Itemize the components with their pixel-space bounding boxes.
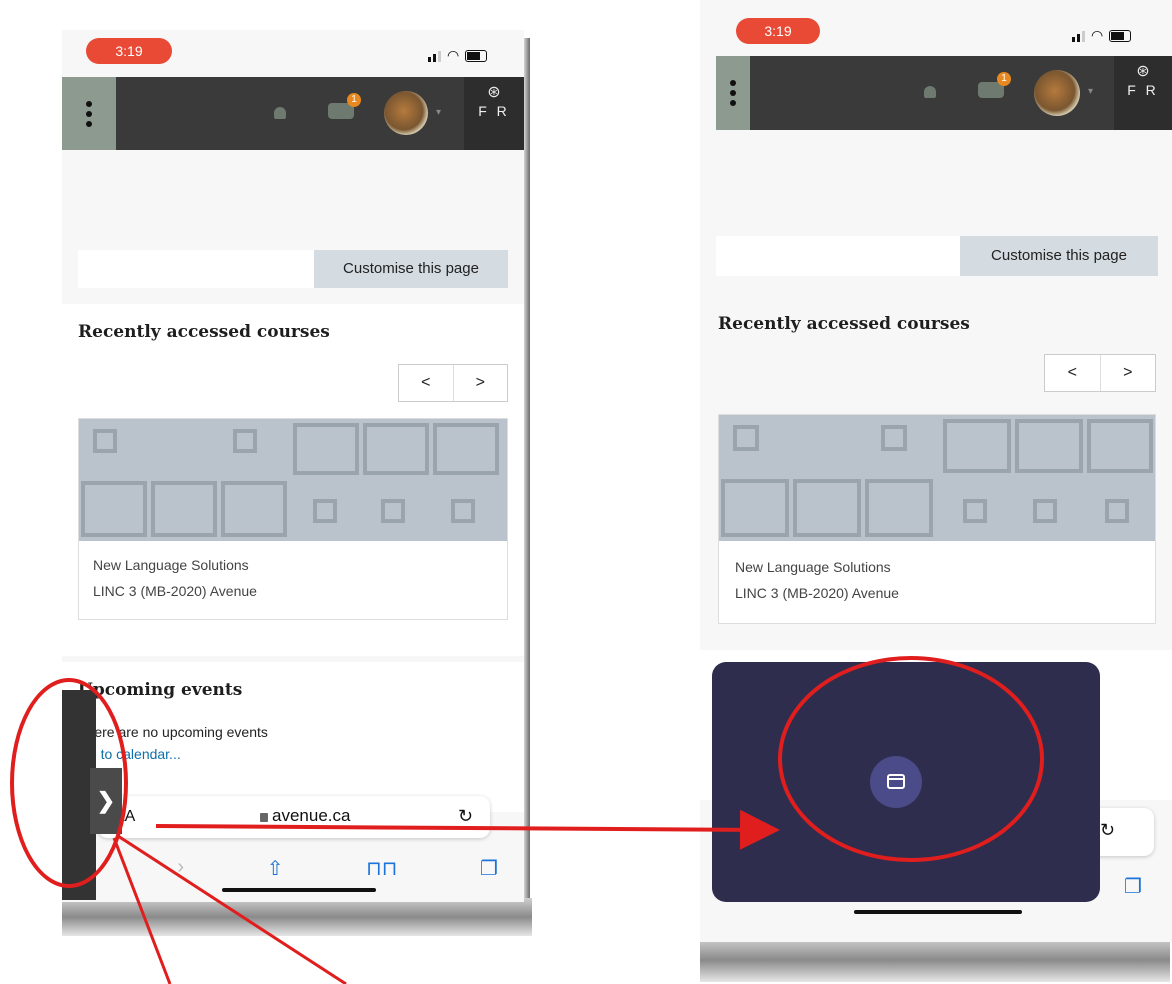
- lock-icon: [260, 813, 268, 822]
- prev-button[interactable]: <: [1045, 355, 1100, 391]
- top-navbar: 1 ▾ ⊛ F R: [62, 77, 524, 150]
- next-button[interactable]: >: [452, 365, 508, 401]
- highlight-circle-calendar: [778, 656, 1044, 862]
- user-avatar[interactable]: [384, 91, 428, 135]
- wifi-icon: ◠: [447, 47, 460, 63]
- recent-courses-title: Recently accessed courses: [718, 314, 970, 334]
- course-name[interactable]: LINC 3 (MB-2020) Avenue: [735, 585, 899, 601]
- highlight-circle-drawer: [10, 678, 128, 888]
- course-pager: < >: [398, 364, 508, 402]
- bookmarks-icon[interactable]: ⊓⊓: [366, 856, 397, 881]
- status-icons: ◠: [1072, 27, 1132, 43]
- signal-icon: [1072, 31, 1085, 42]
- course-name[interactable]: LINC 3 (MB-2020) Avenue: [93, 583, 257, 599]
- menu-kebab-icon[interactable]: [716, 56, 750, 130]
- language-code: F R: [478, 103, 510, 119]
- course-image: [719, 415, 1155, 541]
- forward-icon[interactable]: ›: [177, 856, 184, 881]
- right-phone-shadow-bottom: [700, 938, 1170, 982]
- share-icon[interactable]: ⇧: [267, 856, 284, 881]
- chevron-down-icon[interactable]: ▾: [436, 107, 441, 118]
- course-card[interactable]: New Language Solutions LINC 3 (MB-2020) …: [78, 418, 508, 620]
- language-selector[interactable]: ⊛ F R: [464, 77, 524, 150]
- battery-icon: [465, 50, 488, 62]
- home-indicator: [222, 888, 376, 892]
- bell-icon[interactable]: [924, 86, 936, 98]
- menu-kebab-icon[interactable]: [62, 77, 116, 150]
- left-phone-shadow-right: [524, 38, 530, 902]
- globe-icon: ⊛: [487, 84, 501, 101]
- customise-button[interactable]: Customise this page: [960, 236, 1158, 276]
- recent-courses-title: Recently accessed courses: [78, 322, 330, 342]
- tabs-icon[interactable]: ❐: [480, 856, 498, 881]
- left-phone-shadow-bottom: [62, 898, 532, 936]
- user-avatar[interactable]: [1034, 70, 1080, 116]
- messages-badge: 1: [347, 93, 361, 107]
- globe-icon: ⊛: [1136, 63, 1150, 80]
- status-icons: ◠: [428, 47, 488, 63]
- home-indicator: [854, 910, 1022, 914]
- course-category: New Language Solutions: [93, 557, 249, 573]
- chevron-down-icon[interactable]: ▾: [1088, 86, 1093, 97]
- language-selector[interactable]: ⊛ F R: [1114, 56, 1172, 130]
- site-domain: avenue.ca: [272, 806, 351, 825]
- tabs-icon[interactable]: ❐: [1124, 874, 1142, 899]
- reload-icon[interactable]: ↻: [458, 806, 473, 827]
- address-bar[interactable]: AA avenue.ca ↻: [98, 796, 490, 838]
- wifi-icon: ◠: [1091, 27, 1104, 43]
- language-code: F R: [1127, 82, 1159, 98]
- left-phone-screen: 3:19 ◠ 1 ▾ ⊛ F R Customise this page Rec…: [62, 30, 524, 902]
- reload-icon[interactable]: ↻: [1100, 820, 1115, 841]
- bell-icon[interactable]: [274, 107, 286, 119]
- course-card[interactable]: New Language Solutions LINC 3 (MB-2020) …: [718, 414, 1156, 624]
- messages-badge: 1: [997, 72, 1011, 86]
- status-time: 3:19: [736, 18, 820, 44]
- battery-icon: [1109, 30, 1132, 42]
- signal-icon: [428, 51, 441, 62]
- prev-button[interactable]: <: [399, 365, 453, 401]
- next-button[interactable]: >: [1099, 355, 1156, 391]
- course-category: New Language Solutions: [735, 559, 891, 575]
- status-time: 3:19: [86, 38, 172, 64]
- top-navbar: 1 ▾ ⊛ F R: [716, 56, 1172, 130]
- course-pager: < >: [1044, 354, 1156, 392]
- course-image: [79, 419, 507, 541]
- browser-toolbar: ‹ › ⇧ ⊓⊓ ❐: [88, 856, 498, 881]
- customise-button[interactable]: Customise this page: [314, 250, 508, 288]
